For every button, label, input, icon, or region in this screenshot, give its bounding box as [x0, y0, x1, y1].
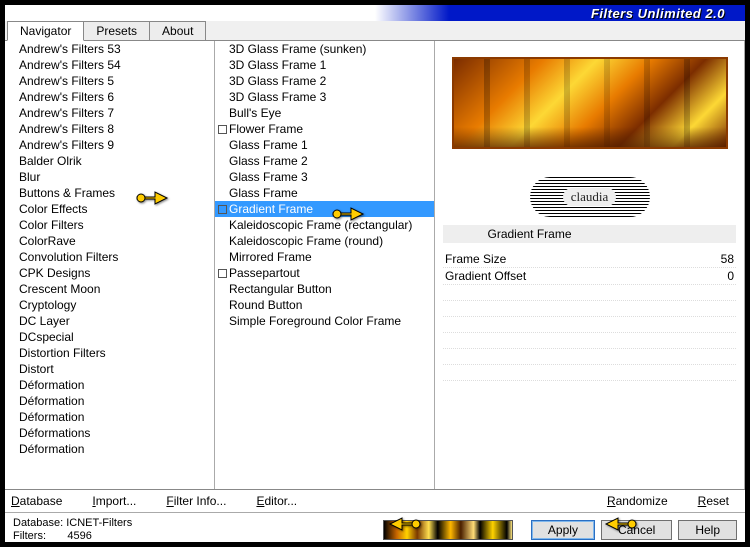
category-item[interactable]: Déformation — [5, 377, 214, 393]
filter-item[interactable]: Kaleidoscopic Frame (round) — [215, 233, 434, 249]
filter-item[interactable]: 3D Glass Frame 3 — [215, 89, 434, 105]
category-item[interactable]: Distort — [5, 361, 214, 377]
toolbar: Database Import... Filter Info... Editor… — [5, 489, 745, 512]
filter-item[interactable]: Simple Foreground Color Frame — [215, 313, 434, 329]
category-item[interactable]: Andrew's Filters 7 — [5, 105, 214, 121]
titlebar: Filters Unlimited 2.0 — [5, 5, 745, 21]
param-name: Gradient Offset — [445, 269, 526, 283]
filter-item[interactable]: Round Button — [215, 297, 434, 313]
param-row[interactable]: Gradient Offset 0 — [443, 268, 736, 285]
filter-item[interactable]: Glass Frame 1 — [215, 137, 434, 153]
randomize-button[interactable]: Randomize — [607, 494, 668, 508]
category-item[interactable]: Cryptology — [5, 297, 214, 313]
category-list[interactable]: Andrew's Filters 53Andrew's Filters 54An… — [5, 41, 215, 489]
category-item[interactable]: Andrew's Filters 6 — [5, 89, 214, 105]
filter-item[interactable]: Gradient Frame — [215, 201, 434, 217]
watermark: claudia — [530, 177, 650, 217]
category-item[interactable]: Andrew's Filters 8 — [5, 121, 214, 137]
category-item[interactable]: Déformation — [5, 441, 214, 457]
tab-presets[interactable]: Presets — [83, 21, 150, 40]
preview-image — [452, 57, 728, 149]
database-button[interactable]: Database — [11, 494, 62, 508]
category-item[interactable]: CPK Designs — [5, 265, 214, 281]
category-item[interactable]: Balder Olrik — [5, 153, 214, 169]
reset-button[interactable]: Reset — [698, 494, 729, 508]
help-button[interactable]: Help — [678, 520, 737, 540]
category-item[interactable]: Déformation — [5, 393, 214, 409]
category-item[interactable]: Andrew's Filters 53 — [5, 41, 214, 57]
app-title: Filters Unlimited 2.0 — [591, 6, 725, 21]
gradient-swatch — [383, 520, 513, 540]
selected-filter-title: Gradient Frame — [443, 225, 736, 243]
filter-item[interactable]: Kaleidoscopic Frame (rectangular) — [215, 217, 434, 233]
filter-item[interactable]: Glass Frame 3 — [215, 169, 434, 185]
category-item[interactable]: Color Filters — [5, 217, 214, 233]
filter-item[interactable]: 3D Glass Frame 1 — [215, 57, 434, 73]
watermark-text: claudia — [563, 188, 617, 206]
cancel-button[interactable]: Cancel — [601, 520, 672, 540]
category-item[interactable]: Distortion Filters — [5, 345, 214, 361]
category-item[interactable]: DCspecial — [5, 329, 214, 345]
category-item[interactable]: Convolution Filters — [5, 249, 214, 265]
category-item[interactable]: Blur — [5, 169, 214, 185]
category-item[interactable]: Andrew's Filters 54 — [5, 57, 214, 73]
tab-bar: NavigatorPresetsAbout — [5, 21, 745, 41]
footer: Database: ICNET-Filters Filters: 4596 Ap… — [5, 512, 745, 547]
filter-list[interactable]: 3D Glass Frame (sunken)3D Glass Frame 13… — [215, 41, 435, 489]
tab-about[interactable]: About — [149, 21, 206, 40]
filter-item[interactable]: Bull's Eye — [215, 105, 434, 121]
category-item[interactable]: Andrew's Filters 5 — [5, 73, 214, 89]
database-info: Database: ICNET-Filters Filters: 4596 — [13, 517, 132, 543]
filter-item[interactable]: Rectangular Button — [215, 281, 434, 297]
param-row[interactable]: Frame Size 58 — [443, 251, 736, 268]
filter-item[interactable]: Glass Frame — [215, 185, 434, 201]
category-item[interactable]: Color Effects — [5, 201, 214, 217]
category-item[interactable]: Déformations — [5, 425, 214, 441]
param-value: 0 — [727, 269, 734, 283]
category-item[interactable]: ColorRave — [5, 233, 214, 249]
import-button[interactable]: Import... — [92, 494, 136, 508]
category-item[interactable]: Crescent Moon — [5, 281, 214, 297]
apply-button[interactable]: Apply — [531, 520, 595, 540]
category-item[interactable]: DC Layer — [5, 313, 214, 329]
filter-info-button[interactable]: Filter Info... — [166, 494, 226, 508]
filter-item[interactable]: Mirrored Frame — [215, 249, 434, 265]
tab-navigator[interactable]: Navigator — [7, 21, 84, 41]
filter-item[interactable]: 3D Glass Frame 2 — [215, 73, 434, 89]
category-item[interactable]: Déformation — [5, 409, 214, 425]
filter-item[interactable]: 3D Glass Frame (sunken) — [215, 41, 434, 57]
app-window: Filters Unlimited 2.0 NavigatorPresetsAb… — [5, 5, 745, 542]
param-value: 58 — [721, 252, 734, 266]
filter-item[interactable]: Passepartout — [215, 265, 434, 281]
category-item[interactable]: Buttons & Frames — [5, 185, 214, 201]
editor-button[interactable]: Editor... — [256, 494, 297, 508]
filter-item[interactable]: Flower Frame — [215, 121, 434, 137]
filter-item[interactable]: Glass Frame 2 — [215, 153, 434, 169]
category-item[interactable]: Andrew's Filters 9 — [5, 137, 214, 153]
preview-panel: claudia Gradient Frame Frame Size 58 Gradi… — [435, 41, 745, 489]
param-name: Frame Size — [445, 252, 506, 266]
